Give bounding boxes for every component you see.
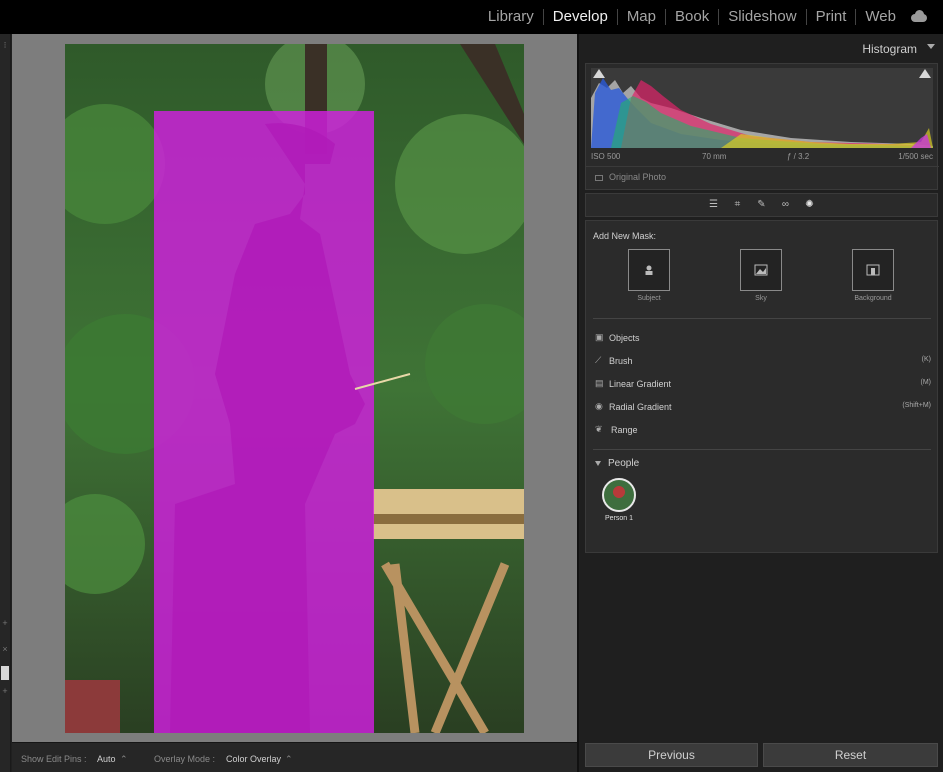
mask-item-label: Objects [609,333,640,343]
mask-subject-button[interactable]: Subject [609,249,689,302]
develop-tool-strip: ☰ ⌗ ✎ ∞ ✺ [585,193,938,217]
divider [593,318,931,319]
exif-iso: ISO 500 [591,152,621,161]
module-book[interactable]: Book [666,9,718,25]
add-small-icon[interactable]: + [0,686,10,696]
mask-item-shortcut: (K) [921,356,931,363]
exif-shutter: 1/500 sec [898,152,933,161]
left-panel-collapsed[interactable]: ⁝ + × + [0,34,11,772]
radial-gradient-icon: ◉ [595,401,603,411]
divider [593,449,931,450]
module-library[interactable]: Library [479,9,543,25]
mask-background-button[interactable]: Background [833,249,913,302]
add-new-mask-label: Add New Mask: [593,231,657,241]
mask-item-label: Brush [609,356,633,366]
module-picker-bar: Library Develop Map Book Slideshow Print… [0,0,943,34]
histogram-title: Histogram [862,42,917,56]
photo-with-mask-overlay[interactable] [65,44,524,733]
exif-focal-length: 70 mm [702,152,727,161]
image-canvas[interactable] [12,34,577,742]
swatch-box[interactable] [1,666,9,680]
chevron-updown-icon[interactable]: ⌃ [120,754,128,765]
collapse-triangle-icon[interactable] [927,44,935,49]
zoom-in-icon[interactable]: + [0,618,10,628]
highlight-clipping-icon[interactable] [919,69,931,78]
sky-icon [740,249,782,291]
subject-icon [628,249,670,291]
original-photo-label: Original Photo [609,172,667,182]
linear-gradient-icon: ▤ [595,378,604,388]
masking-icon[interactable]: ✺ [802,197,818,213]
left-panel-handle[interactable]: ⁝ [0,40,10,51]
module-print[interactable]: Print [807,9,856,25]
person-label: Person 1 [604,515,634,522]
mask-sky-button[interactable]: Sky [721,249,801,302]
people-label: People [608,458,640,469]
mask-item-shortcut: (Shift+M) [902,402,931,409]
reset-button[interactable]: Reset [763,743,938,767]
red-eye-icon[interactable]: ∞ [778,197,794,213]
checkbox-icon[interactable] [595,174,603,181]
person-thumbnail[interactable]: Person 1 [601,478,637,522]
overlay-mode-dropdown[interactable]: Color Overlay [226,754,281,764]
mask-item-label: Radial Gradient [609,402,672,412]
avatar[interactable] [602,478,636,512]
healing-icon[interactable]: ✎ [754,197,770,213]
background-glyph [866,264,880,276]
background-icon [852,249,894,291]
mask-tile-label: Background [854,295,892,302]
close-small-icon[interactable]: × [0,644,10,654]
expand-triangle-icon[interactable] [595,460,601,466]
cloud-icon[interactable] [909,10,929,22]
bottom-toolbar: Show Edit Pins : Auto ⌃ Overlay Mode : C… [12,742,577,772]
shadow-clipping-icon[interactable] [593,69,605,78]
mask-linear-gradient-item[interactable]: ▤ Linear Gradient (M) [593,377,931,393]
subject-glyph [645,265,653,275]
lightroom-window: Library Develop Map Book Slideshow Print… [0,0,943,772]
mask-range-item[interactable]: ❦ Range [593,423,931,439]
brush-icon: ⟋ [595,355,602,365]
mask-brush-item[interactable]: ⟋ Brush (K) [593,354,931,370]
module-map[interactable]: Map [618,9,665,25]
mask-objects-item[interactable]: ▣ Objects [593,331,931,347]
histogram-panel: ISO 500 70 mm ƒ / 3.2 1/500 sec Original… [585,63,939,190]
sliders-icon[interactable]: ☰ [706,197,722,213]
mask-item-label: Linear Gradient [609,379,672,389]
mask-item-shortcut: (M) [920,379,932,386]
previous-button[interactable]: Previous [585,743,758,767]
exif-aperture: ƒ / 3.2 [787,152,810,161]
overlay-mode-label: Overlay Mode : [154,754,216,764]
histogram-header[interactable]: Histogram [579,34,943,62]
module-web[interactable]: Web [856,9,905,25]
mask-item-label: Range [611,425,638,435]
mask-tile-label: Sky [755,295,767,302]
histogram-graph[interactable] [591,68,933,148]
chevron-updown-icon[interactable]: ⌃ [285,754,293,765]
photo-illustration [65,44,524,733]
range-icon: ❦ [595,424,603,434]
original-photo-toggle[interactable]: Original Photo [595,172,666,182]
mask-radial-gradient-item[interactable]: ◉ Radial Gradient (Shift+M) [593,400,931,416]
masking-panel: Add New Mask: Subject Sky Background ▣ O… [585,220,938,553]
sky-glyph [754,264,768,276]
show-edit-pins-label: Show Edit Pins : [21,754,87,764]
show-edit-pins-dropdown[interactable]: Auto [97,754,116,764]
mask-tile-label: Subject [637,295,661,302]
objects-icon: ▣ [595,332,604,342]
module-list: Library Develop Map Book Slideshow Print… [479,0,929,34]
people-section-header[interactable]: People [595,458,639,469]
divider [586,166,939,167]
module-slideshow[interactable]: Slideshow [719,9,805,25]
module-develop[interactable]: Develop [544,9,617,25]
right-panel: Histogram ISO 500 70 mm ƒ / 3.2 1/500 se… [577,34,943,772]
histogram-curves [591,78,933,148]
crop-icon[interactable]: ⌗ [730,197,746,213]
